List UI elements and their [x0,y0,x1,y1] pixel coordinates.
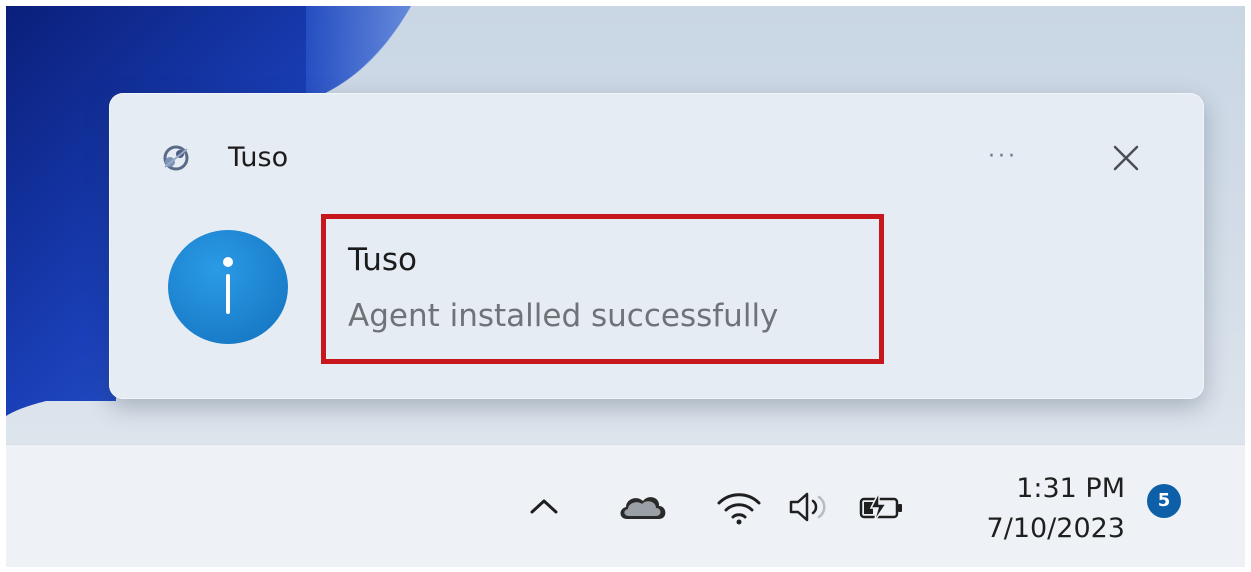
close-icon [1113,145,1139,171]
toast-message: Agent installed successfully [348,298,779,334]
more-options-button[interactable]: ··· [975,135,1031,179]
wifi-icon[interactable] [714,489,764,527]
clock-time: 1:31 PM [1016,473,1125,504]
taskbar-clock[interactable]: 1:31 PM 7/10/2023 [987,469,1125,549]
toast-app-name: Tuso [228,142,289,173]
onedrive-cloud-icon[interactable] [615,489,669,523]
screen: Tuso ··· Tuso Agent installed successful… [0,0,1251,572]
notification-toast[interactable]: Tuso ··· Tuso Agent installed successful… [109,93,1204,399]
volume-icon[interactable] [786,488,836,526]
notification-count-badge[interactable]: 5 [1147,484,1181,518]
tuso-app-icon [163,145,189,171]
toast-title: Tuso [348,242,417,278]
frame-edge [1245,0,1251,572]
battery-charging-icon[interactable] [856,488,908,526]
info-icon [168,230,288,344]
chevron-up-icon[interactable] [527,495,561,517]
close-button[interactable] [1105,137,1147,179]
taskbar: 1:31 PM 7/10/2023 5 [6,444,1251,567]
highlight-box [321,214,884,364]
clock-date: 7/10/2023 [986,513,1125,544]
